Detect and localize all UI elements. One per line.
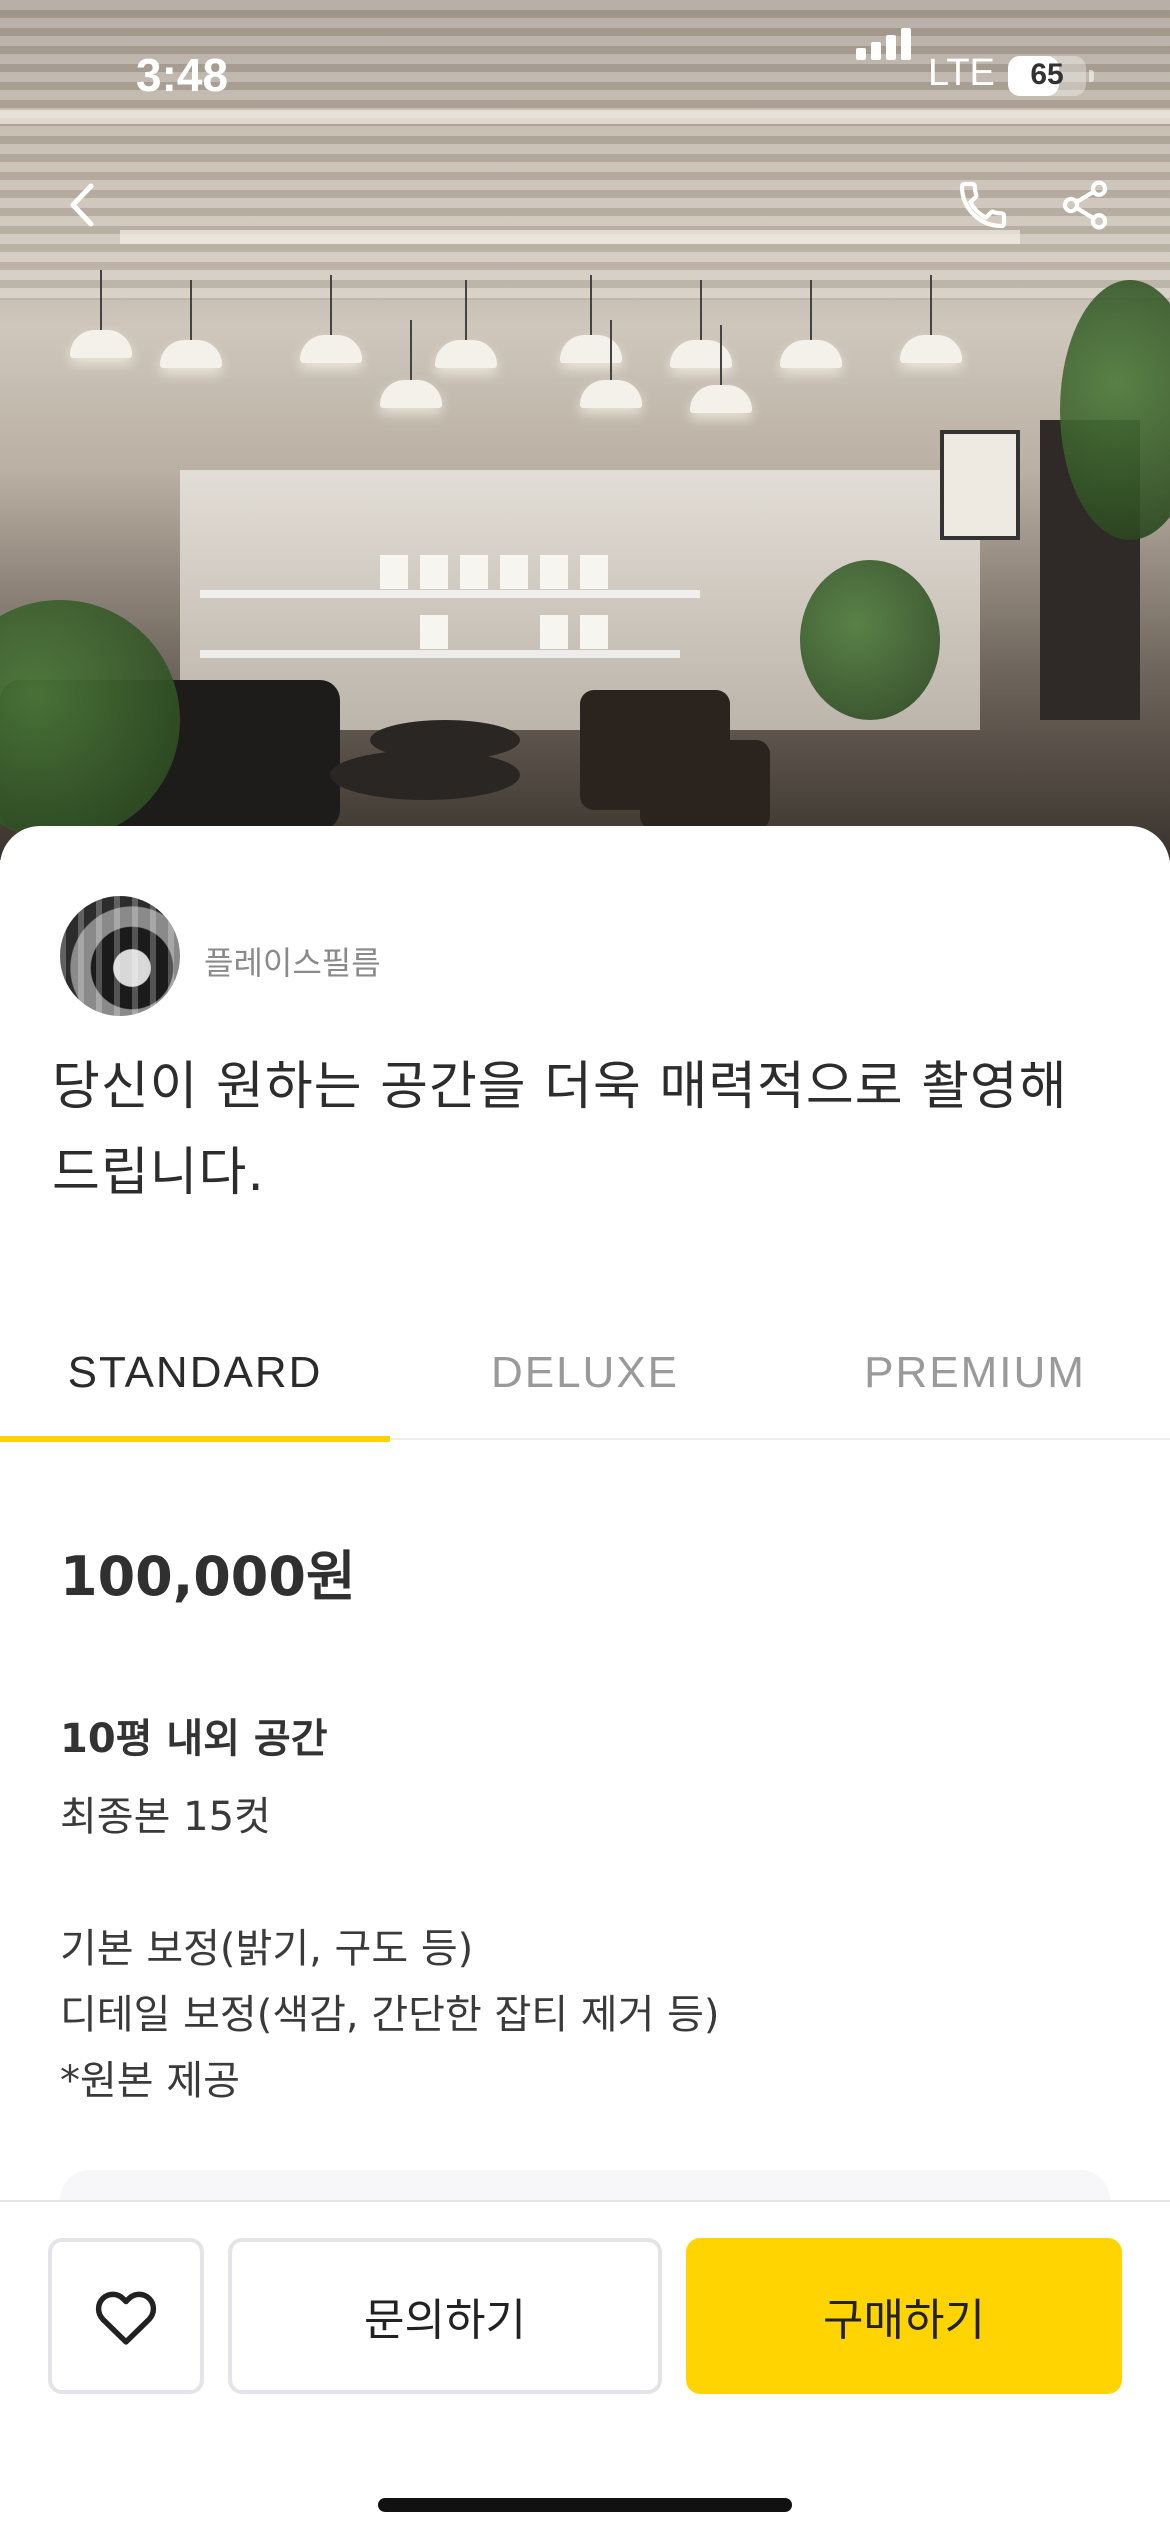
pendant-lamp — [690, 325, 752, 413]
package-line: 기본 보정(밝기, 구도 등) — [60, 1926, 474, 1972]
package-heading: 10평 내외 공간 — [60, 1716, 328, 1762]
seller-name[interactable]: 플레이스필름 — [204, 938, 381, 984]
product-box — [460, 555, 488, 589]
battery-percent: 65 — [1030, 58, 1064, 91]
share-icon — [1062, 180, 1108, 230]
pendant-lamp — [560, 275, 622, 363]
battery-icon: 65 — [1008, 56, 1094, 96]
plant — [800, 560, 940, 720]
ceiling-beam — [120, 230, 1020, 244]
buy-button[interactable]: 구매하기 — [686, 2238, 1122, 2394]
status-bar: 3:48 LTE 65 — [0, 0, 1170, 150]
lounge-chair — [640, 740, 770, 830]
back-button[interactable] — [48, 170, 118, 240]
bottom-action-bar: 문의하기 구매하기 — [0, 2200, 1170, 2532]
share-button[interactable] — [1050, 170, 1120, 240]
product-box — [580, 615, 608, 649]
product-box — [380, 555, 408, 589]
avatar[interactable] — [60, 896, 180, 1016]
hero-photo: 3:48 LTE 65 — [0, 0, 1170, 860]
pendant-lamp — [670, 280, 732, 368]
tab-premium[interactable]: PREMIUM — [780, 1324, 1170, 1440]
phone-icon — [959, 181, 1007, 229]
product-box — [580, 555, 608, 589]
product-box — [500, 555, 528, 589]
chevron-left-icon — [70, 183, 94, 227]
pendant-lamp — [580, 320, 642, 408]
product-title: 당신이 원하는 공간을 더욱 매력적으로 촬영해 드립니다. — [52, 1057, 1068, 1203]
network-type: LTE — [928, 52, 995, 94]
coffee-table — [370, 720, 520, 760]
package-price: 100,000원 — [60, 1545, 356, 1608]
pendant-lamp — [380, 320, 442, 408]
product-box — [420, 615, 448, 649]
package-tabs: STANDARD DELUXE PREMIUM — [0, 1324, 1170, 1442]
inquire-button[interactable]: 문의하기 — [228, 2238, 662, 2394]
pendant-lamp — [70, 270, 132, 358]
status-time: 3:48 — [136, 49, 229, 101]
like-button[interactable] — [48, 2238, 204, 2394]
package-line: *원본 제공 — [60, 2058, 240, 2104]
shelf — [200, 590, 700, 598]
package-line: 최종본 15컷 — [60, 1794, 271, 1840]
pendant-lamp — [300, 275, 362, 363]
tab-standard[interactable]: STANDARD — [0, 1324, 390, 1442]
pendant-lamp — [160, 280, 222, 368]
pendant-lamp — [435, 280, 497, 368]
pendant-lamp — [780, 280, 842, 368]
package-line: 디테일 보정(색감, 간단한 잡티 제거 등) — [60, 1992, 720, 2038]
menu-board — [940, 430, 1020, 540]
product-box — [420, 555, 448, 589]
product-box — [540, 555, 568, 589]
shelf — [200, 650, 680, 658]
heart-icon — [95, 2291, 157, 2345]
pendant-lamp — [900, 275, 962, 363]
tab-deluxe[interactable]: DELUXE — [390, 1324, 780, 1440]
home-indicator — [378, 2498, 792, 2512]
call-button[interactable] — [948, 170, 1018, 240]
product-box — [540, 615, 568, 649]
